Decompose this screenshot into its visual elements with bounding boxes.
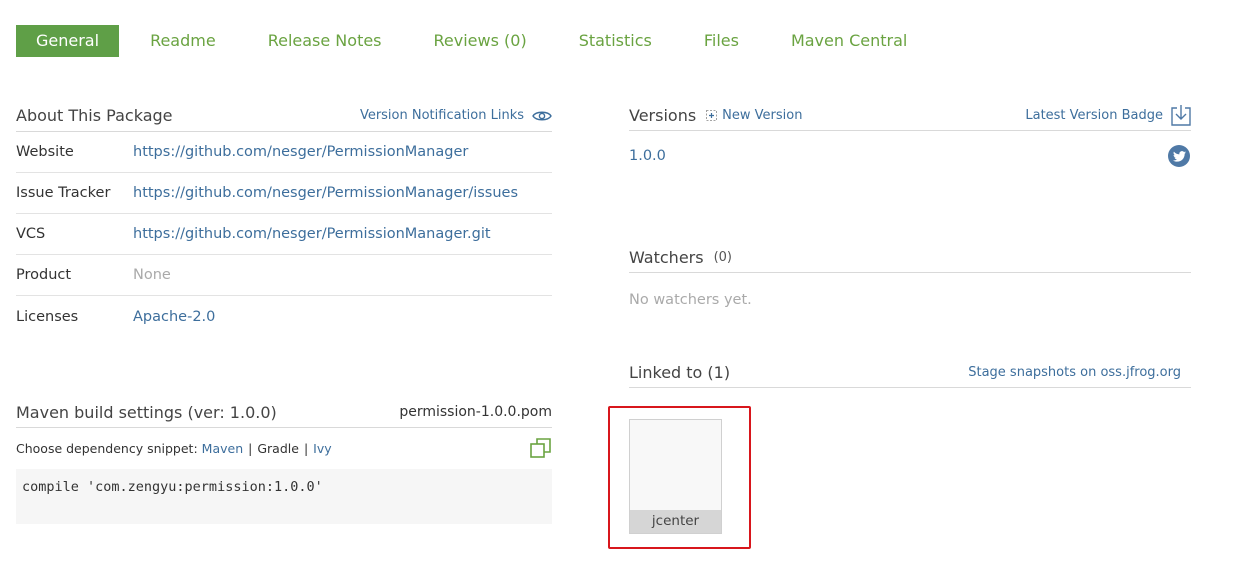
snippet-option-ivy[interactable]: Ivy	[313, 441, 331, 456]
linked-header: Linked to (1) Stage snapshots on oss.jfr…	[629, 357, 1191, 388]
watchers-empty-message: No watchers yet.	[629, 292, 752, 308]
issue-tracker-link[interactable]: https://github.com/nesger/PermissionMana…	[133, 185, 518, 201]
twitter-icon[interactable]	[1168, 145, 1190, 167]
separator: |	[248, 440, 253, 456]
watchers-count: (0)	[713, 249, 732, 265]
product-label: Product	[16, 267, 72, 283]
product-value: None	[133, 267, 171, 283]
latest-version-badge[interactable]: Latest Version Badge	[1025, 104, 1191, 126]
vcs-label: VCS	[16, 226, 46, 242]
new-version-button[interactable]: New Version	[706, 108, 802, 123]
tab-maven-central[interactable]: Maven Central	[791, 25, 907, 57]
website-label: Website	[16, 144, 74, 160]
copy-icon[interactable]	[530, 437, 552, 459]
repo-tile-jcenter[interactable]: jcenter	[629, 419, 722, 534]
snippet-code: compile 'com.zengyu:permission:1.0.0'	[22, 479, 323, 495]
separator: |	[303, 440, 309, 456]
tab-bar: General Readme Release Notes Reviews (0)…	[16, 25, 907, 57]
info-row-vcs: VCS https://github.com/nesger/Permission…	[16, 214, 552, 255]
tab-reviews[interactable]: Reviews (0)	[434, 25, 527, 57]
info-row-product: Product None	[16, 255, 552, 296]
versions-header: Versions New Version Latest Version Badg…	[629, 100, 1191, 131]
new-version-label: New Version	[722, 107, 803, 123]
version-row: 1.0.0	[629, 141, 1191, 171]
snippet-option-gradle[interactable]: Gradle	[257, 441, 299, 456]
choose-snippet-label: Choose dependency snippet:	[16, 440, 198, 456]
eye-icon	[532, 111, 552, 120]
repo-label: jcenter	[630, 510, 721, 533]
plus-icon	[706, 109, 718, 121]
versions-title: Versions	[629, 105, 697, 125]
license-link[interactable]: Apache-2.0	[133, 309, 215, 325]
issue-tracker-label: Issue Tracker	[16, 185, 111, 201]
tab-readme[interactable]: Readme	[150, 25, 216, 57]
version-notification-links[interactable]: Version Notification Links	[360, 108, 552, 123]
pom-file-link[interactable]: permission-1.0.0.pom	[399, 404, 552, 420]
tab-general[interactable]: General	[16, 25, 120, 57]
snippet-option-maven[interactable]: Maven	[202, 441, 243, 456]
version-link[interactable]: 1.0.0	[629, 148, 666, 164]
about-header: About This Package Version Notification …	[16, 100, 552, 132]
info-row-licenses: Licenses Apache-2.0	[16, 296, 552, 337]
about-title: About This Package	[16, 106, 173, 125]
info-row-issue-tracker: Issue Tracker https://github.com/nesger/…	[16, 173, 552, 214]
watchers-title: Watchers	[629, 247, 704, 267]
vcs-link[interactable]: https://github.com/nesger/PermissionMana…	[133, 226, 491, 242]
info-row-website: Website https://github.com/nesger/Permis…	[16, 132, 552, 173]
tab-statistics[interactable]: Statistics	[579, 25, 652, 57]
tab-files[interactable]: Files	[704, 25, 739, 57]
snippet-chooser: Choose dependency snippet: Maven | Gradl…	[16, 437, 552, 459]
website-link[interactable]: https://github.com/nesger/PermissionMana…	[133, 144, 468, 160]
watchers-header: Watchers (0)	[629, 242, 1191, 273]
tab-release-notes[interactable]: Release Notes	[268, 25, 382, 57]
linked-title: Linked to (1)	[629, 362, 731, 382]
download-icon	[1171, 105, 1191, 126]
dependency-snippet[interactable]: compile 'com.zengyu:permission:1.0.0'	[16, 469, 552, 524]
latest-version-badge-label: Latest Version Badge	[1025, 107, 1163, 123]
maven-settings-title: Maven build settings (ver: 1.0.0)	[16, 402, 277, 422]
about-package-section: About This Package Version Notification …	[16, 100, 552, 337]
maven-settings-header: Maven build settings (ver: 1.0.0) permis…	[16, 397, 552, 428]
stage-snapshots-link[interactable]: Stage snapshots on oss.jfrog.org	[968, 365, 1181, 380]
licenses-label: Licenses	[16, 308, 79, 325]
version-notification-label: Version Notification Links	[359, 108, 524, 123]
